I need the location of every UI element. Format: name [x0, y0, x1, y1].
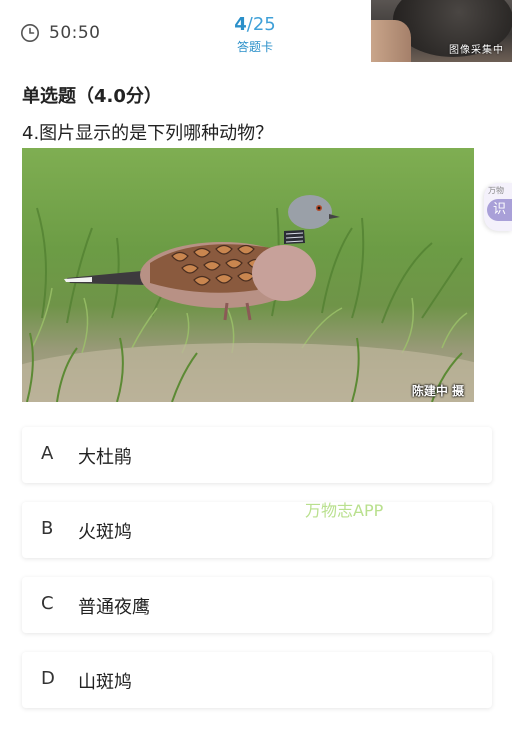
option-text: 山斑鸠 — [78, 672, 132, 693]
watermark: 万物志APP — [305, 501, 384, 520]
side-tab-label: 万物 — [488, 186, 504, 195]
option-c[interactable]: C 普通夜鹰 — [22, 577, 492, 633]
current-question-number: 4 — [234, 14, 247, 35]
total-questions: /25 — [246, 14, 276, 35]
image-credit: 陈建中 摄 — [411, 384, 464, 398]
answer-card-button[interactable]: 4/25 答题卡 — [205, 14, 305, 55]
question-type-label: 单选题（4.0分） — [22, 86, 162, 107]
timer-text: 50:50 — [49, 23, 101, 43]
top-bar: 50:50 4/25 答题卡 图像采集中 — [0, 0, 512, 66]
timer: 50:50 — [20, 23, 101, 43]
option-text: 火斑鸠 — [78, 522, 132, 543]
species-identify-tab[interactable]: 万物 识 — [484, 183, 512, 231]
bird-illustration — [22, 195, 474, 402]
question-progress: 4/25 — [205, 14, 305, 36]
identify-button[interactable]: 识 — [487, 199, 512, 221]
question-text: 4.图片显示的是下列哪种动物？ — [22, 123, 274, 144]
option-d[interactable]: D 山斑鸠 — [22, 652, 492, 708]
option-text: 大杜鹃 — [78, 447, 132, 468]
option-letter: C — [41, 593, 54, 614]
answer-card-label: 答题卡 — [236, 40, 273, 54]
option-letter: B — [41, 518, 54, 539]
option-letter: A — [41, 443, 54, 464]
option-b[interactable]: B 火斑鸠 — [22, 502, 492, 558]
clock-icon — [21, 24, 39, 42]
option-letter: D — [41, 668, 55, 689]
option-text: 普通夜鹰 — [78, 597, 150, 618]
option-a[interactable]: A 大杜鹃 — [22, 427, 492, 483]
question-image: 陈建中 摄 — [22, 148, 474, 402]
camera-preview: 图像采集中 — [371, 0, 512, 62]
camera-status: 图像采集中 — [449, 45, 504, 56]
